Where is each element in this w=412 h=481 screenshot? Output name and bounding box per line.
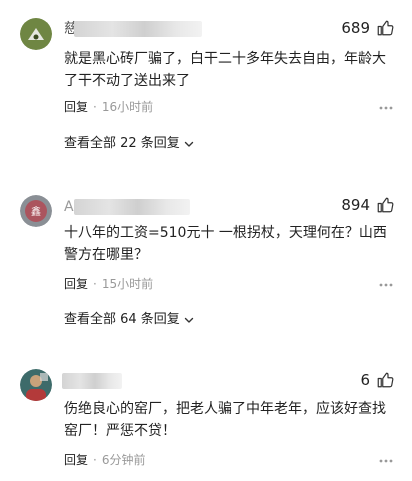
thumbs-up-icon[interactable] — [376, 371, 394, 389]
view-all-replies-button[interactable]: 查看全部 22 条回复 — [64, 135, 195, 153]
avatar[interactable] — [20, 369, 52, 401]
timestamp: 6分钟前 — [101, 453, 146, 467]
comment-2: 鑫 A 894 十八年的工资=510元十 一根拐杖，天理何在？山西警方在哪里？ … — [0, 180, 412, 340]
thumbs-up-icon[interactable] — [376, 19, 394, 37]
svg-text:鑫: 鑫 — [31, 205, 41, 218]
comment-meta: 回复 · 6分钟前 — [64, 452, 145, 468]
reply-button[interactable]: 回复 — [64, 276, 88, 292]
avatar[interactable]: 鑫 — [20, 195, 52, 227]
view-all-label: 查看全部 22 条回复 — [64, 136, 180, 151]
reply-button[interactable]: 回复 — [64, 99, 88, 115]
comment-1: 慈 689 就是黑心砖厂骗了，白干二十多年失去自由，年龄大了干不动了送出来了 回… — [0, 0, 412, 160]
like-count: 894 — [341, 196, 370, 214]
separator-dot: · — [93, 277, 97, 291]
like-count: 6 — [360, 371, 370, 389]
thumbs-up-icon[interactable] — [376, 196, 394, 214]
like-group[interactable]: 894 — [341, 195, 394, 215]
separator-dot: · — [93, 453, 97, 467]
avatar-image — [20, 18, 52, 50]
more-dots-icon[interactable] — [378, 453, 394, 469]
chevron-down-icon — [184, 141, 194, 147]
comment-meta: 回复 · 16小时前 — [64, 99, 153, 115]
timestamp: 15小时前 — [101, 277, 154, 291]
comment-text: 就是黑心砖厂骗了，白干二十多年失去自由，年龄大了干不动了送出来了 — [64, 51, 386, 89]
separator-dot: · — [93, 100, 97, 114]
username-blurred — [74, 199, 190, 215]
comment-3: 6 伤绝良心的窑厂，把老人骗了中年老年，应该好查找窑厂！严惩不贷！ 回复 · 6… — [0, 360, 412, 481]
avatar-image — [20, 369, 52, 401]
comment-text: 伤绝良心的窑厂，把老人骗了中年老年，应该好查找窑厂！严惩不贷！ — [64, 401, 386, 439]
reply-button[interactable]: 回复 — [64, 452, 88, 468]
username[interactable]: A — [64, 198, 74, 216]
comment-text: 十八年的工资=510元十 一根拐杖，天理何在？山西警方在哪里？ — [64, 225, 387, 263]
view-all-replies-button[interactable]: 查看全部 64 条回复 — [64, 311, 195, 329]
view-all-label: 查看全部 64 条回复 — [64, 312, 180, 327]
avatar[interactable] — [20, 18, 52, 50]
like-group[interactable]: 689 — [341, 18, 394, 38]
avatar-image: 鑫 — [20, 195, 52, 227]
more-dots-icon[interactable] — [378, 277, 394, 293]
username-blurred — [62, 373, 122, 389]
username-blurred — [74, 21, 202, 37]
more-dots-icon[interactable] — [378, 100, 394, 116]
chevron-down-icon — [184, 317, 194, 323]
timestamp: 16小时前 — [101, 100, 154, 114]
like-count: 689 — [341, 19, 370, 37]
comment-meta: 回复 · 15小时前 — [64, 276, 153, 292]
like-group[interactable]: 6 — [360, 370, 394, 390]
